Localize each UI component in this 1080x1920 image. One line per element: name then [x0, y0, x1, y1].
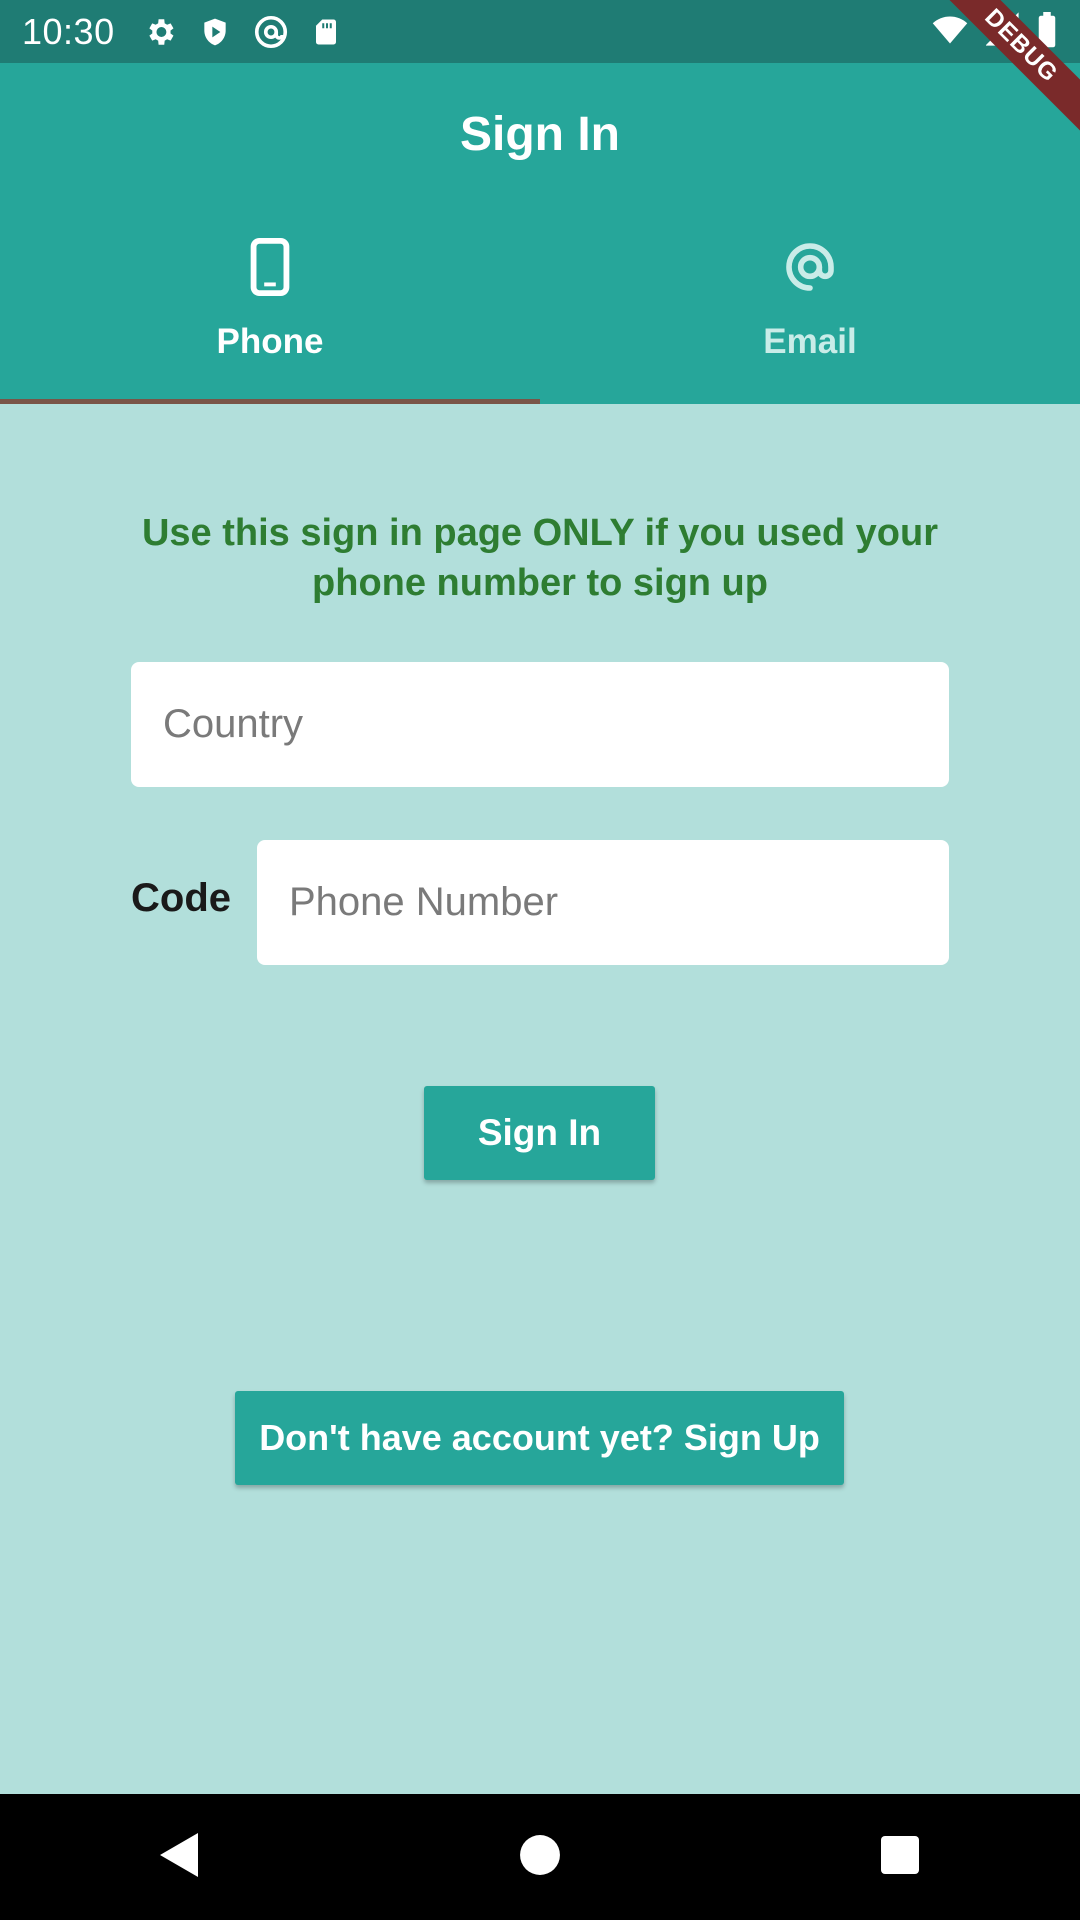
- country-input-placeholder: Country: [163, 702, 304, 746]
- settings-icon: [143, 15, 177, 49]
- app-bar: Sign In Phone Email: [0, 63, 1080, 404]
- tab-bar: Phone Email: [0, 213, 1080, 404]
- tab-indicator: [0, 399, 540, 404]
- phone-number-input[interactable]: Phone Number: [257, 840, 949, 965]
- sd-card-icon: [311, 15, 341, 49]
- status-time: 10:30: [22, 10, 115, 52]
- phone-icon: [250, 238, 290, 296]
- tab-phone-label: Phone: [216, 322, 324, 361]
- home-button[interactable]: [480, 1807, 600, 1907]
- phone-signin-notice: Use this sign in page ONLY if you used y…: [141, 512, 939, 604]
- tab-phone[interactable]: Phone: [0, 213, 540, 404]
- at-circle-icon: [253, 14, 289, 50]
- page-title: Sign In: [460, 108, 620, 161]
- shield-icon: [199, 15, 231, 49]
- status-bar: 10:30: [0, 0, 1080, 63]
- recents-icon: [880, 1835, 920, 1880]
- tab-email[interactable]: Email: [540, 213, 1080, 404]
- recents-button[interactable]: [840, 1807, 960, 1907]
- wifi-icon: [930, 12, 970, 53]
- back-button[interactable]: [120, 1807, 240, 1907]
- status-icons-left: [143, 14, 341, 50]
- system-nav-bar: [0, 1794, 1080, 1920]
- home-icon: [519, 1834, 561, 1881]
- sign-up-button[interactable]: Don't have account yet? Sign Up: [235, 1391, 844, 1485]
- sign-in-button[interactable]: Sign In: [424, 1086, 655, 1180]
- country-input[interactable]: Country: [131, 662, 949, 787]
- screen: 10:30 DEBUG Sign In Phone Email Use this…: [0, 0, 1080, 1920]
- tab-email-label: Email: [763, 322, 857, 361]
- back-icon: [158, 1831, 202, 1884]
- country-code-label[interactable]: Code: [131, 876, 231, 921]
- phone-number-placeholder: Phone Number: [289, 880, 559, 924]
- at-icon: [782, 238, 838, 296]
